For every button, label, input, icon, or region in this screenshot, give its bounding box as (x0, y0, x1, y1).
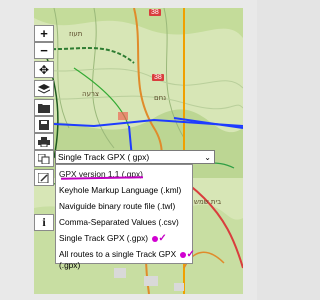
option-label: Single Track GPX (.gpx) (59, 233, 148, 243)
locate-button[interactable]: ✥ (34, 61, 54, 78)
printer-icon (38, 136, 50, 147)
place-label: תעוז (69, 30, 83, 38)
zoom-in-button[interactable]: + (34, 25, 54, 42)
option-label: All routes to a single Track GPX (59, 249, 177, 259)
road-number-badge: 38 (152, 74, 164, 81)
plus-icon: + (40, 26, 48, 41)
open-folder-button[interactable] (34, 99, 54, 116)
option-single-track-gpx[interactable]: Single Track GPX (.gpx) ✓ (59, 233, 167, 244)
export-format-options: GPX version 1.1 (.gpx) Keyhole Markup La… (55, 164, 195, 270)
floppy-icon (39, 119, 49, 130)
option-csv[interactable]: Comma-Separated Values (.csv) (59, 217, 179, 227)
place-label: נחם (154, 94, 167, 102)
option-twl[interactable]: Naviguide binary route file (.twl) (59, 201, 175, 211)
chevron-down-icon: ⌄ (204, 153, 211, 162)
folder-icon (38, 103, 50, 113)
checkmark-icon: ✓ (158, 233, 167, 245)
pencil-icon (38, 172, 49, 183)
option-label: Comma-Separated Values (.csv) (59, 217, 179, 227)
export-button[interactable] (34, 150, 54, 167)
option-label: Keyhole Markup Language (.kml) (59, 185, 182, 195)
option-kml[interactable]: Keyhole Markup Language (.kml) (59, 185, 181, 195)
place-label: צרעה (82, 90, 100, 98)
minus-icon: − (40, 43, 48, 58)
export-format-selected: Single Track GPX ( gpx) (58, 152, 150, 162)
edit-button[interactable] (34, 169, 54, 186)
crosshair-icon: ✥ (38, 62, 50, 77)
layers-icon (38, 83, 50, 94)
option-gpx-1-1[interactable]: GPX version 1.1 (.gpx) (59, 169, 144, 180)
place-label: בית שמש (194, 198, 222, 206)
option-label-continuation: (.gpx) (59, 260, 81, 271)
print-button[interactable] (34, 133, 54, 150)
road-number-badge: 38 (149, 9, 161, 16)
export-format-select[interactable]: Single Track GPX ( gpx) ⌄ (55, 150, 215, 164)
layers-button[interactable] (34, 80, 54, 97)
save-button[interactable] (34, 116, 54, 133)
option-all-routes-single-track-gpx[interactable]: All routes to a single Track GPX ✓ (.gpx… (59, 249, 195, 271)
option-label: Naviguide binary route file (.twl) (59, 201, 176, 211)
strikethrough-annotation (60, 176, 144, 180)
app-frame: 38 38 תעוז צרעה נחם בית שמש + − ✥ i Sing… (0, 0, 257, 300)
info-icon: i (42, 215, 46, 229)
checkmark-icon: ✓ (186, 249, 195, 261)
info-button[interactable]: i (34, 214, 54, 231)
export-icon (38, 153, 50, 164)
zoom-out-button[interactable]: − (34, 42, 54, 59)
